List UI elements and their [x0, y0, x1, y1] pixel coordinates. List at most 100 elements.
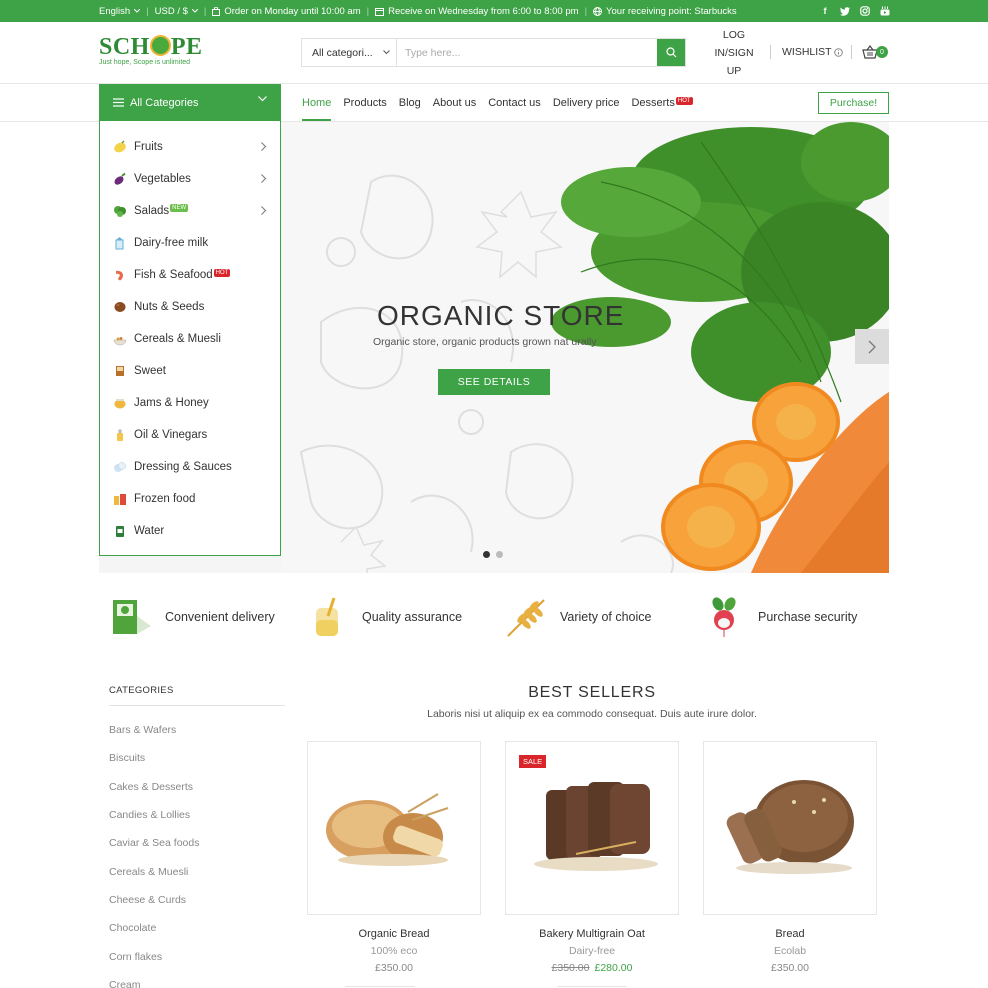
sidebar-category-item[interactable]: Cream	[109, 971, 199, 988]
product-price: £350.00 £280.00	[505, 962, 679, 974]
product-card-organic-bread[interactable]	[307, 741, 481, 915]
hero-title: ORGANIC STORE	[377, 300, 625, 331]
chevron-down-icon	[258, 96, 267, 102]
frozen-food-icon	[114, 494, 126, 505]
product-old-price: £350.00	[551, 962, 590, 974]
category-item-dairy-free-milk[interactable]: Dairy-free milk	[100, 227, 280, 259]
product-image	[326, 793, 449, 866]
language-selector[interactable]: English	[99, 5, 141, 17]
best-sellers-subtitle: Laboris nisi ut aliquip ex ea commodo co…	[427, 708, 757, 720]
product-name[interactable]: Bread	[703, 928, 877, 940]
currency-label: USD / $	[154, 5, 188, 17]
nav-products[interactable]: Products	[343, 84, 386, 121]
category-item-fruits[interactable]: Fruits	[100, 131, 280, 163]
feature-quality-assurance: Quality assurance	[306, 596, 462, 638]
category-item-cereals-muesli[interactable]: Cereals & Muesli	[100, 323, 280, 355]
category-item-fish-seafood[interactable]: Fish & Seafood HOT	[100, 259, 280, 291]
slider-dot-2[interactable]	[496, 551, 503, 558]
product-price: £350.00	[771, 962, 809, 974]
chevron-right-icon	[261, 142, 266, 151]
currency-selector[interactable]: USD / $	[155, 6, 198, 17]
twitter-icon[interactable]	[840, 6, 850, 16]
honey-icon	[114, 399, 126, 409]
nav-about-us[interactable]: About us	[433, 84, 476, 121]
sidebar-category-item[interactable]: Corn flakes	[109, 942, 199, 970]
cereal-icon	[113, 337, 127, 346]
nav-contact-us[interactable]: Contact us	[488, 84, 541, 121]
sidebar-category-item[interactable]: Candies & Lollies	[109, 801, 199, 829]
product-card-bread[interactable]	[703, 741, 877, 915]
product-divider	[557, 986, 627, 987]
nav-delivery-price[interactable]: Delivery price	[553, 84, 620, 121]
logo-tagline: Just hope, Scope is unlimited	[99, 59, 191, 66]
search-input[interactable]	[397, 39, 657, 66]
nut-icon	[114, 302, 126, 312]
sidebar-category-item[interactable]: Bars & Wafers	[109, 716, 199, 744]
search-icon	[665, 47, 676, 58]
sidebar-category-item[interactable]: Biscuits	[109, 744, 199, 772]
sidebar-categories-title: CATEGORIES	[109, 685, 174, 696]
hot-badge: HOT	[213, 269, 231, 277]
sidebar-divider	[109, 705, 285, 706]
lettuce-icon	[114, 206, 126, 217]
see-details-button[interactable]: SEE DETAILS	[438, 369, 550, 395]
language-label: English	[99, 5, 131, 17]
product-name[interactable]: Bakery Multigrain Oat	[505, 928, 679, 940]
sidebar-category-item[interactable]: Cakes & Desserts	[109, 773, 199, 801]
cart-count-badge: 0	[876, 46, 888, 58]
nav-desserts[interactable]: Desserts HOT	[631, 84, 693, 121]
delivery-box-icon	[113, 600, 151, 634]
receive-note: Receive on Wednesday from 6:00 to 8:00 p…	[375, 6, 579, 17]
feature-variety-of-choice: Variety of choice	[504, 596, 651, 638]
search-button[interactable]	[657, 39, 685, 66]
sidebar-category-item[interactable]: Chocolate	[109, 914, 199, 942]
category-item-nuts-seeds[interactable]: Nuts & Seeds	[100, 291, 280, 323]
feature-convenient-delivery: Convenient delivery	[109, 596, 275, 638]
category-item-salads[interactable]: Salads NEW	[100, 195, 280, 227]
category-item-sweet[interactable]: Sweet	[100, 355, 280, 387]
category-item-frozen-food[interactable]: Frozen food	[100, 483, 280, 515]
purchase-button[interactable]: Purchase!	[818, 92, 889, 114]
product-name[interactable]: Organic Bread	[307, 928, 481, 940]
product-brand: 100% eco	[370, 945, 418, 957]
search-category-select[interactable]: All categori...	[302, 39, 397, 66]
radish-icon	[712, 597, 736, 637]
logo-leaf-icon	[149, 35, 171, 56]
sidebar-category-item[interactable]: Cheese & Curds	[109, 886, 199, 914]
instagram-icon[interactable]	[860, 6, 870, 16]
slider-next-button[interactable]	[855, 329, 889, 364]
site-logo[interactable]: SCH PE Just hope, Scope is unlimited	[99, 34, 203, 66]
all-categories-button[interactable]: All Categories	[99, 84, 281, 121]
category-item-vegetables[interactable]: Vegetables	[100, 163, 280, 195]
juice-jar-icon	[316, 597, 338, 636]
category-item-water[interactable]: Water	[100, 515, 280, 547]
lemon-icon	[114, 140, 126, 153]
sale-badge: SALE	[519, 755, 547, 768]
feature-purchase-security: Purchase security	[702, 596, 857, 638]
globe-icon	[593, 6, 603, 16]
hero-left-strip	[99, 556, 281, 573]
product-image	[726, 780, 854, 874]
category-item-jams-honey[interactable]: Jams & Honey	[100, 387, 280, 419]
category-item-dressing-sauces[interactable]: Dressing & Sauces	[100, 451, 280, 483]
sauce-icon	[114, 462, 126, 472]
product-card-bakery-multigrain-oat[interactable]: SALE	[505, 741, 679, 915]
facebook-icon[interactable]: f	[820, 6, 830, 16]
nav-blog[interactable]: Blog	[399, 84, 421, 121]
header-divider	[851, 45, 852, 59]
product-price: £350.00	[375, 962, 413, 974]
nav-home[interactable]: Home	[302, 84, 332, 121]
top-bar: English | USD / $ | Order on Monday unti…	[0, 0, 988, 22]
login-signup-link[interactable]: LOG IN/SIGN UP	[706, 26, 762, 80]
category-item-oil-vinegars[interactable]: Oil & Vinegars	[100, 419, 280, 451]
order-note: Order on Monday until 10:00 am	[212, 6, 361, 17]
youtube-icon[interactable]	[880, 6, 890, 16]
cart-button[interactable]: 0	[862, 45, 888, 59]
chevron-down-icon	[191, 9, 198, 13]
wishlist-link[interactable]: WISHLIST	[782, 46, 843, 58]
chevron-right-icon	[261, 206, 266, 215]
sidebar-category-item[interactable]: Cereals & Muesli	[109, 857, 199, 885]
sidebar-category-item[interactable]: Caviar & Sea foods	[109, 829, 199, 857]
water-bottle-icon	[116, 526, 124, 537]
slider-dot-1[interactable]	[483, 551, 490, 558]
